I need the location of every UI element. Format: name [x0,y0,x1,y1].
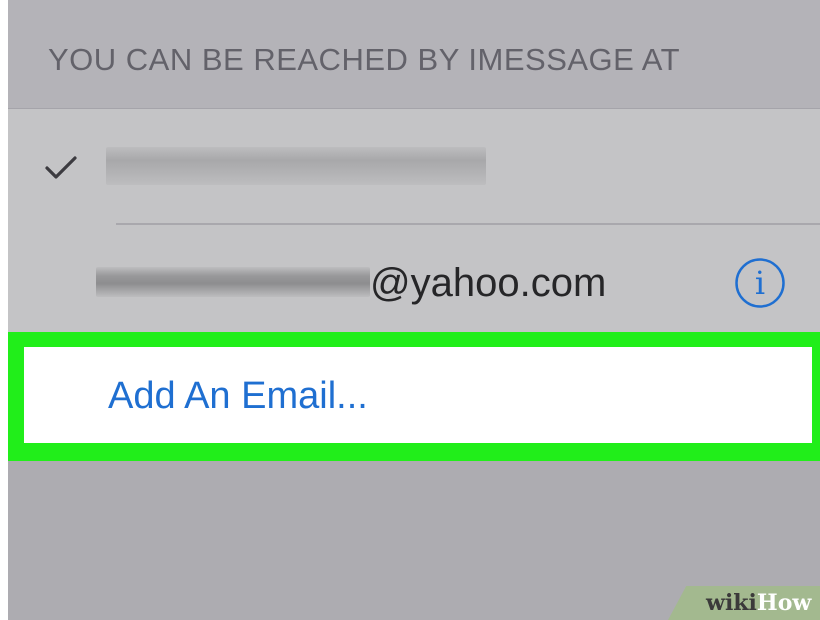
section-header-text: YOU CAN BE REACHED BY IMESSAGE AT [48,42,681,77]
info-circle-icon[interactable]: i [734,257,786,309]
checkmark-icon [44,155,78,181]
add-email-button[interactable]: Add An Email... [24,347,812,443]
watermark-text: wikiHow [706,590,811,616]
wikihow-watermark: wikiHow [668,586,820,620]
address-row-phone[interactable] [0,109,820,225]
settings-screen: YOU CAN BE REACHED BY IMESSAGE AT @yahoo… [0,0,820,620]
address-row-email[interactable]: @yahoo.com i [0,225,820,333]
redacted-phone-number [106,147,486,185]
watermark-wiki: wiki [706,590,757,616]
image-edge [0,0,8,620]
email-domain-text: @yahoo.com [370,261,607,305]
redacted-email-local-part [96,267,370,297]
watermark-how: How [756,590,812,616]
add-email-label: Add An Email... [108,375,368,417]
address-list: @yahoo.com i [0,108,820,333]
section-header: YOU CAN BE REACHED BY IMESSAGE AT [0,0,820,108]
svg-text:i: i [755,264,765,302]
